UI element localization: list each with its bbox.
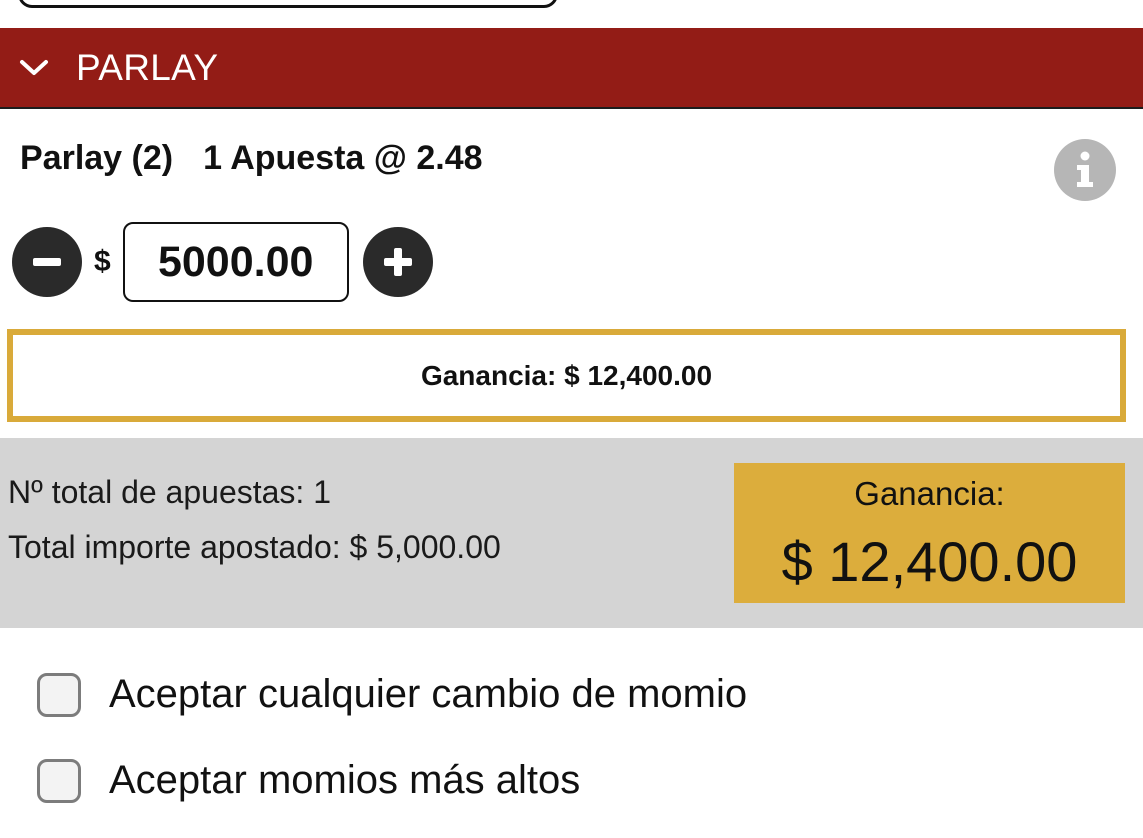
- top-strip: [0, 0, 1143, 28]
- accept-higher-odds-option[interactable]: Aceptar momios más altos: [37, 758, 580, 803]
- accept-any-odds-change-option[interactable]: Aceptar cualquier cambio de momio: [37, 672, 747, 717]
- accept-higher-odds-checkbox[interactable]: [37, 758, 81, 803]
- total-payout-box: Ganancia: $ 12,400.00: [734, 463, 1125, 603]
- minus-icon: [33, 258, 61, 266]
- total-staked-amount: Total importe apostado: $ 5,000.00: [8, 529, 501, 565]
- stake-currency: $: [94, 245, 111, 278]
- total-payout-label: Ganancia:: [854, 475, 1005, 512]
- decrease-stake-button[interactable]: [12, 227, 82, 297]
- total-bets-count: Nº total de apuestas: 1: [8, 474, 331, 510]
- top-input-edge[interactable]: [18, 0, 558, 8]
- chevron-down-icon[interactable]: [18, 52, 50, 84]
- option-label: Aceptar cualquier cambio de momio: [109, 672, 748, 716]
- stake-row: $: [12, 221, 433, 303]
- stake-input[interactable]: [122, 222, 349, 302]
- total-payout-value: $ 12,400.00: [781, 530, 1078, 593]
- bet-title: Parlay (2) 1 Apuesta @ 2.48: [20, 139, 483, 178]
- plus-icon: [383, 248, 412, 276]
- bet-count-label: 1 Apuesta @ 2.48: [203, 139, 483, 177]
- bet-type-label: Parlay (2): [20, 139, 174, 177]
- option-label: Aceptar momios más altos: [109, 758, 581, 802]
- increase-stake-button[interactable]: [362, 227, 433, 297]
- accept-any-odds-change-checkbox[interactable]: [37, 672, 81, 717]
- parlay-section-header[interactable]: PARLAY: [0, 28, 1143, 109]
- odds-options: Aceptar cualquier cambio de momio Acepta…: [0, 628, 1143, 838]
- info-icon[interactable]: [1054, 139, 1116, 201]
- parlay-bet-card: Parlay (2) 1 Apuesta @ 2.48 $ Ganancia: $…: [0, 109, 1143, 438]
- section-title: PARLAY: [76, 46, 219, 88]
- bet-ganancia: Ganancia: $ 12,400.00: [7, 329, 1126, 422]
- bet-summary: Nº total de apuestas: 1 Total importe ap…: [0, 438, 1143, 628]
